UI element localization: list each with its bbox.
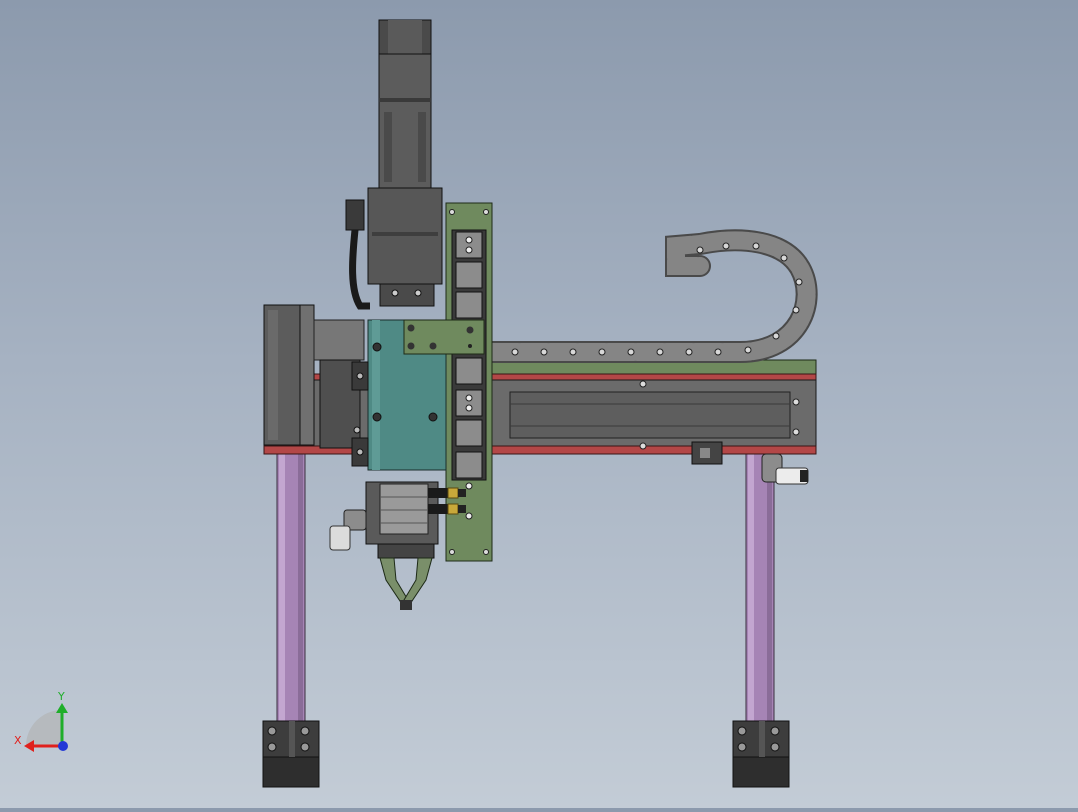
axis-triad: Y X bbox=[14, 690, 68, 752]
cad-viewport[interactable]: Y X bbox=[0, 0, 1078, 808]
x-label: X bbox=[14, 734, 22, 747]
x-axis-end-motor bbox=[263, 304, 365, 449]
gripper-cylinder bbox=[365, 481, 439, 559]
gripper-jaws bbox=[379, 557, 433, 610]
y-label: Y bbox=[57, 690, 65, 703]
left-air-fitting bbox=[329, 509, 367, 551]
chain-link-pins bbox=[511, 242, 803, 356]
drag-chain bbox=[481, 229, 818, 363]
z-axis-servo-motor bbox=[367, 19, 443, 307]
connector-bracket bbox=[403, 319, 485, 355]
gantry-assembly-drawing: Y X bbox=[14, 19, 818, 788]
z-axis-dot bbox=[58, 741, 68, 751]
left-leg bbox=[276, 451, 306, 725]
right-leg bbox=[745, 451, 775, 725]
motor-cable bbox=[345, 199, 370, 310]
right-foot bbox=[732, 720, 790, 788]
limit-sensor bbox=[691, 441, 723, 465]
left-foot bbox=[262, 720, 320, 788]
right-air-fitting bbox=[761, 453, 809, 485]
